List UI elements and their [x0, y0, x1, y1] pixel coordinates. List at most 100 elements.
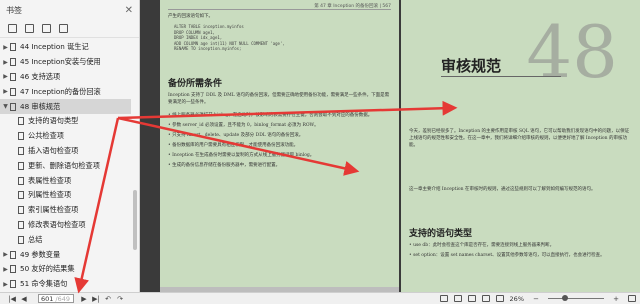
- bookmark-icon: [18, 117, 24, 126]
- sidebar-item[interactable]: ▶ 49 参数变量: [0, 247, 131, 262]
- sidebar-item-label: 索引属性检查项: [28, 205, 79, 215]
- read-mode-icon[interactable]: [439, 295, 448, 302]
- sidebar-item-label: 47 Inception的备份回滚: [20, 86, 101, 96]
- last-page-icon[interactable]: ▶|: [90, 295, 102, 303]
- chevron-right-icon[interactable]: ▶: [1, 88, 10, 95]
- page-header: 第 47 章 Inception 的备份回滚 | 567: [168, 3, 391, 10]
- sidebar-item[interactable]: 列属性检查项: [0, 188, 131, 203]
- bullet-list: • use db：此时会检查这个库是否存在，需要连接到线上服务器来判断。 • se…: [409, 242, 633, 262]
- sidebar-item-label: 修改表语句检查项: [28, 219, 86, 229]
- sidebar-item[interactable]: 支持的语句类型: [0, 114, 131, 129]
- chapter-number: 48: [526, 10, 618, 94]
- chapter-rule: [441, 76, 561, 77]
- sidebar-item-label: 51 命令集语句: [20, 279, 68, 289]
- bookmark-list: ▶ 44 Inception 诞生记 ▶ 45 Inception安装与使用 ▶ 46 支…: [0, 40, 131, 292]
- chapter-title: 审核规范: [441, 57, 502, 75]
- bullet-item: • set option：设置 set names charset、设置其他参数…: [409, 252, 633, 259]
- page-forward-icon[interactable]: ↷: [114, 295, 126, 303]
- zoom-in-icon[interactable]: +: [610, 295, 622, 303]
- zoom-out-icon[interactable]: −: [530, 295, 542, 303]
- scrollbar-thumb[interactable]: [133, 190, 137, 250]
- code-line: RENAME TO inception.myinfos;: [174, 46, 242, 52]
- section-title: 支持的语句类型: [409, 229, 473, 239]
- bullet-item: • 生成的备份信息存储在备份服务器中，需要进行配置。: [168, 162, 390, 169]
- bookmark-icon: [18, 220, 24, 229]
- document-view[interactable]: 第 47 章 Inception 的备份回滚 | 567 产生的回滚语句如下。 …: [141, 0, 640, 292]
- bullet-item: • Inception 在生成备份时需要以复制的方式从线上服务器读取 binlo…: [168, 152, 390, 159]
- sidebar-item-label: 49 参数变量: [20, 249, 61, 259]
- bullet-item: • 只支持 insert、delete、update 及部分 DDL 语句的备份…: [168, 132, 390, 139]
- sidebar-item-label: 总结: [28, 234, 43, 244]
- fit-window-icon[interactable]: [628, 295, 636, 302]
- bookmark-icon: [10, 280, 16, 289]
- chevron-down-icon[interactable]: ▼: [1, 103, 10, 110]
- sidebar-item-label: 更新、删除语句检查项: [28, 160, 100, 170]
- sidebar-item-label: 44 Inception 诞生记: [20, 42, 89, 52]
- next-page-icon[interactable]: ▶: [78, 295, 90, 303]
- expand-all-icon[interactable]: [8, 24, 17, 33]
- sidebar-title: 书签: [6, 5, 22, 15]
- sidebar-item[interactable]: ▶ 46 支持选项: [0, 70, 131, 85]
- bookmark-icon[interactable]: [59, 24, 68, 33]
- bullet-item: • 备份数据库的用户需要具有相应权限，才能使用备份回滚功能。: [168, 142, 390, 149]
- sidebar-item[interactable]: 表属性检查项: [0, 173, 131, 188]
- sidebar-item[interactable]: ▶ 45 Inception安装与使用: [0, 55, 131, 70]
- sidebar-item[interactable]: 修改表语句检查项: [0, 218, 131, 233]
- chevron-right-icon[interactable]: ▶: [1, 266, 10, 273]
- sidebar-item-label: 48 审核规范: [20, 101, 61, 111]
- sidebar-item[interactable]: 总结: [0, 232, 131, 247]
- bullet-item: • 线上服务器必须打开 binlog，在启动时，被影响的表需要存在主键，否则会取…: [168, 112, 390, 119]
- bookmark-icon: [10, 265, 16, 274]
- bullet-text: 只支持 insert、delete、update 及部分 DDL 语句的备份回滚…: [172, 133, 304, 138]
- total-pages: /649: [55, 294, 71, 303]
- double-page-icon[interactable]: [467, 295, 476, 302]
- bookmark-icon: [18, 235, 24, 244]
- bookmark-icon: [18, 132, 24, 141]
- close-icon[interactable]: ✕: [125, 5, 133, 16]
- bookmark-icon: [18, 191, 24, 200]
- sidebar-item[interactable]: ▶ 50 友好的结果集: [0, 262, 131, 277]
- sidebar-item-label: 支持的语句类型: [28, 116, 79, 126]
- chevron-right-icon[interactable]: ▶: [1, 44, 10, 51]
- chevron-right-icon[interactable]: ▶: [1, 73, 10, 80]
- bullet-item: • 参数 server_id 必须设置，且不能为 0，binlog_format…: [168, 122, 390, 129]
- page-back-icon[interactable]: ↶: [102, 295, 114, 303]
- bullet-text: 备份数据库的用户需要具有相应权限，才能使用备份回滚功能。: [172, 143, 299, 148]
- chevron-right-icon[interactable]: ▶: [1, 281, 10, 288]
- sidebar-item[interactable]: ▼ 48 审核规范: [0, 99, 131, 114]
- chevron-right-icon[interactable]: ▶: [1, 59, 10, 66]
- bookmark-icon: [10, 43, 16, 52]
- sidebar-item-label: 插入语句检查项: [28, 145, 79, 155]
- chevron-right-icon[interactable]: ▶: [1, 251, 10, 258]
- collapse-all-icon[interactable]: [25, 24, 34, 33]
- sidebar-item-label: 表属性检查项: [28, 175, 72, 185]
- sidebar-item-label: 列属性检查项: [28, 190, 72, 200]
- current-page: 601: [41, 294, 54, 303]
- sidebar-item[interactable]: 更新、删除语句检查项: [0, 158, 131, 173]
- sidebar-item[interactable]: ▶ 51 命令集语句: [0, 277, 131, 292]
- add-bookmark-icon[interactable]: [42, 24, 51, 33]
- continuous-icon[interactable]: [481, 295, 490, 302]
- zoom-slider-knob[interactable]: [562, 295, 568, 301]
- sidebar-item[interactable]: 插入语句检查项: [0, 144, 131, 159]
- prev-page-icon[interactable]: ◀: [18, 295, 30, 303]
- first-page-icon[interactable]: |◀: [6, 295, 18, 303]
- bullet-list: • 线上服务器必须打开 binlog，在启动时，被影响的表需要存在主键，否则会取…: [168, 112, 390, 172]
- sidebar-item[interactable]: 索引属性检查项: [0, 203, 131, 218]
- single-page-icon[interactable]: [453, 295, 462, 302]
- zoom-slider[interactable]: [548, 295, 604, 301]
- sidebar-item[interactable]: ▶ 44 Inception 诞生记: [0, 40, 131, 55]
- bookmark-icon: [10, 58, 16, 67]
- bookmark-icon: [18, 176, 24, 185]
- bullet-text: use db：此时会检查这个库是否存在，需要连接到线上服务器来判断。: [413, 243, 555, 248]
- sidebar-item[interactable]: 公共检查项: [0, 129, 131, 144]
- book-mode-icon[interactable]: [495, 295, 504, 302]
- sidebar-item-label: 46 支持选项: [20, 71, 61, 81]
- sidebar-item[interactable]: ▶ 47 Inception的备份回滚: [0, 84, 131, 99]
- section-title: 备份所需条件: [168, 79, 223, 89]
- page-number-input[interactable]: 601 /649: [38, 294, 74, 303]
- left-page: 第 47 章 Inception 的备份回滚 | 567 产生的回滚语句如下。 …: [160, 0, 399, 292]
- bullet-item: • use db：此时会检查这个库是否存在，需要连接到线上服务器来判断。: [409, 242, 633, 249]
- sidebar-scrollbar[interactable]: [133, 40, 138, 290]
- sidebar-item-label: 50 友好的结果集: [20, 264, 75, 274]
